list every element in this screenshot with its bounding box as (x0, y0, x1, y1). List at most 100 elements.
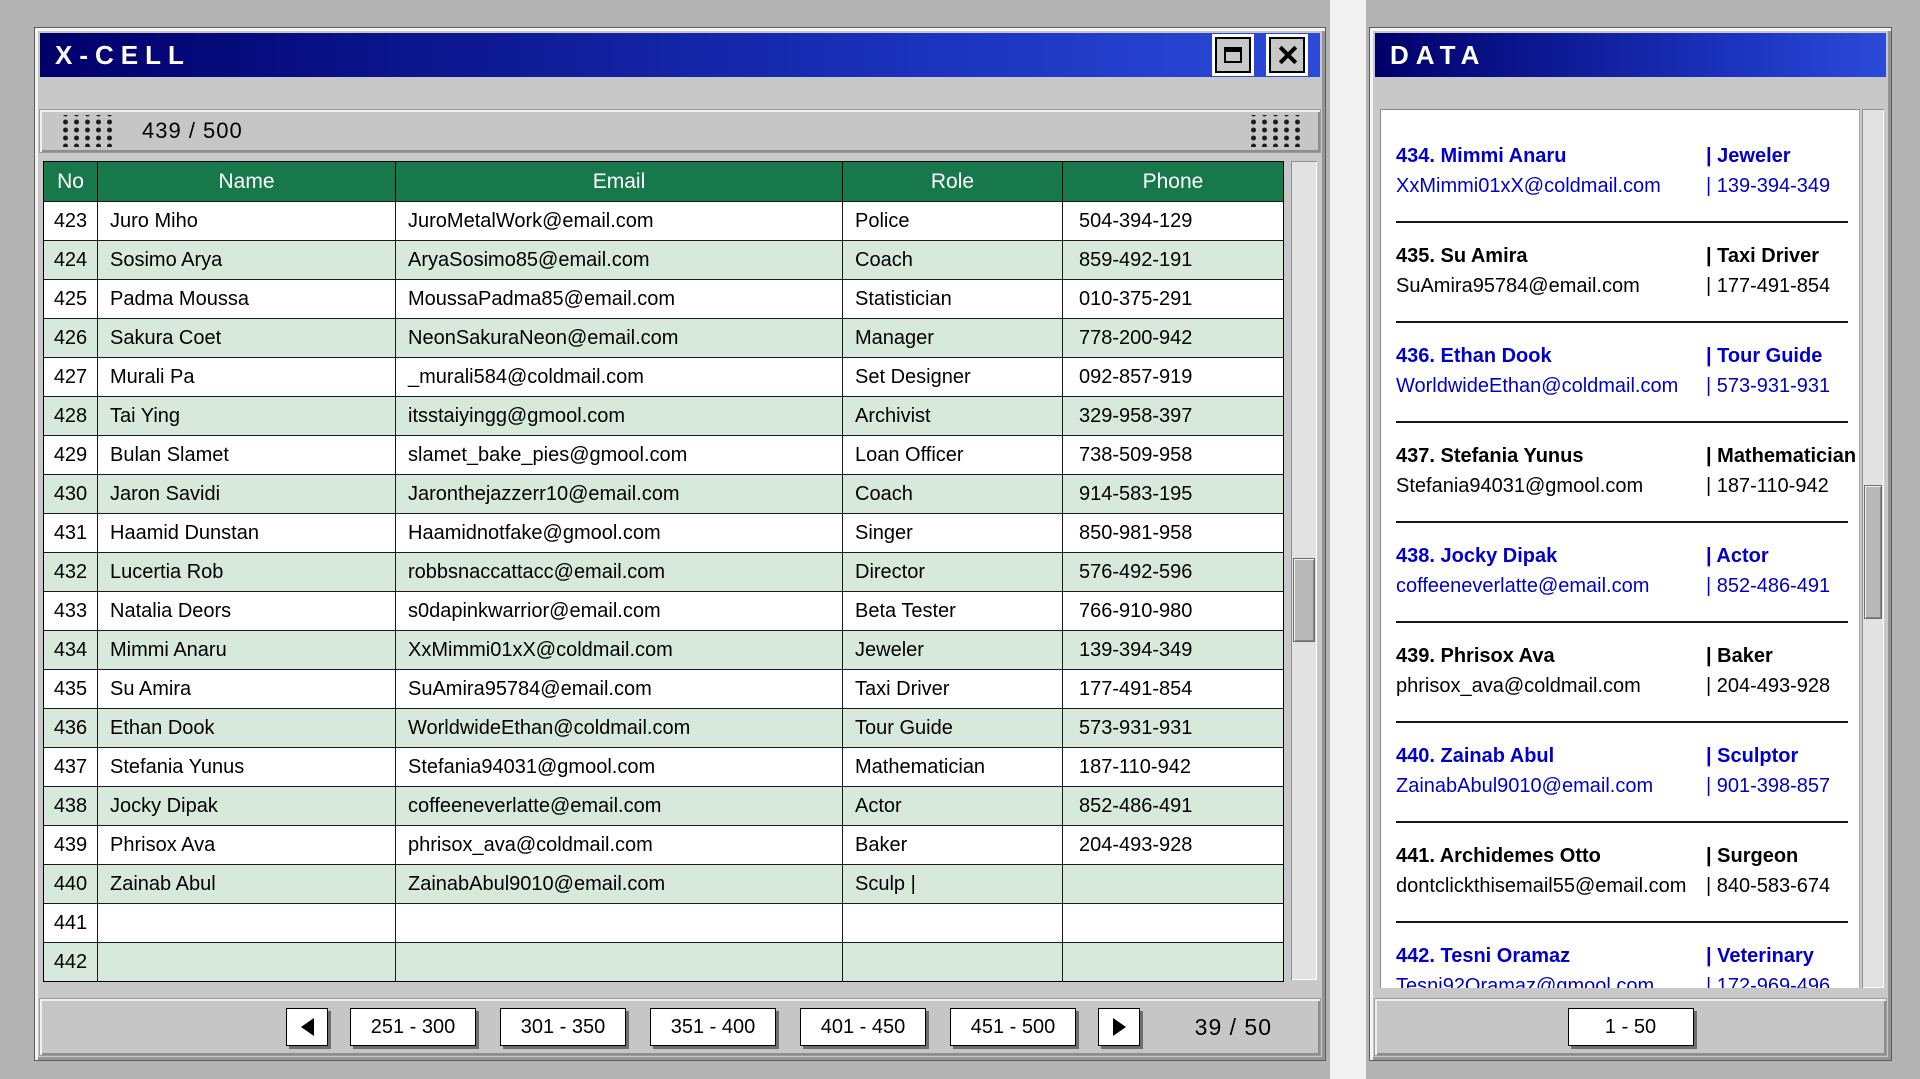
cell-role[interactable] (843, 903, 1063, 942)
cell-role[interactable]: Sculp | (843, 864, 1063, 903)
data-range-button[interactable]: 1 - 50 (1568, 1008, 1694, 1046)
cell-email[interactable]: NeonSakuraNeon@email.com (396, 318, 843, 357)
cell-phone[interactable]: 859-492-191 (1063, 240, 1283, 279)
cell-email[interactable]: SuAmira95784@email.com (396, 669, 843, 708)
table-scrollbar[interactable] (1291, 161, 1317, 980)
cell-no[interactable]: 425 (44, 279, 98, 318)
cell-name[interactable] (98, 942, 396, 981)
page-range-button[interactable]: 351 - 400 (650, 1008, 776, 1046)
cell-name[interactable]: Lucertia Rob (98, 552, 396, 591)
cell-no[interactable]: 423 (44, 201, 98, 240)
cell-role[interactable] (843, 942, 1063, 981)
data-titlebar[interactable]: DATA (1375, 33, 1886, 77)
cell-role[interactable]: Mathematician (843, 747, 1063, 786)
cell-name[interactable]: Sakura Coet (98, 318, 396, 357)
cell-email[interactable]: _murali584@coldmail.com (396, 357, 843, 396)
cell-email[interactable]: ZainabAbul9010@email.com (396, 864, 843, 903)
cell-name[interactable]: Natalia Deors (98, 591, 396, 630)
cell-no[interactable]: 441 (44, 903, 98, 942)
cell-role[interactable]: Beta Tester (843, 591, 1063, 630)
page-range-button[interactable]: 301 - 350 (500, 1008, 626, 1046)
cell-phone[interactable]: 504-394-129 (1063, 201, 1283, 240)
cell-no[interactable]: 435 (44, 669, 98, 708)
cell-phone[interactable]: 573-931-931 (1063, 708, 1283, 747)
cell-role[interactable]: Police (843, 201, 1063, 240)
cell-email[interactable]: XxMimmi01xX@coldmail.com (396, 630, 843, 669)
cell-no[interactable]: 436 (44, 708, 98, 747)
cell-role[interactable]: Director (843, 552, 1063, 591)
cell-name[interactable]: Mimmi Anaru (98, 630, 396, 669)
cell-name[interactable]: Jocky Dipak (98, 786, 396, 825)
cell-email[interactable] (396, 942, 843, 981)
page-range-button[interactable]: 451 - 500 (950, 1008, 1076, 1046)
cell-role[interactable]: Statistician (843, 279, 1063, 318)
cell-no[interactable]: 431 (44, 513, 98, 552)
cell-role[interactable]: Actor (843, 786, 1063, 825)
cell-no[interactable]: 433 (44, 591, 98, 630)
cell-phone[interactable]: 204-493-928 (1063, 825, 1283, 864)
cell-role[interactable]: Tour Guide (843, 708, 1063, 747)
cell-name[interactable]: Sosimo Arya (98, 240, 396, 279)
cell-email[interactable]: Jaronthejazzerr10@email.com (396, 474, 843, 513)
cell-email[interactable]: phrisox_ava@coldmail.com (396, 825, 843, 864)
table-scrollbar-thumb[interactable] (1293, 558, 1315, 642)
cell-role[interactable]: Manager (843, 318, 1063, 357)
cell-no[interactable]: 429 (44, 435, 98, 474)
prev-page-button[interactable] (286, 1008, 328, 1046)
next-page-button[interactable] (1098, 1008, 1140, 1046)
cell-role[interactable]: Set Designer (843, 357, 1063, 396)
cell-phone[interactable] (1063, 903, 1283, 942)
cell-phone[interactable]: 766-910-980 (1063, 591, 1283, 630)
cell-email[interactable]: MoussaPadma85@email.com (396, 279, 843, 318)
cell-phone[interactable]: 852-486-491 (1063, 786, 1283, 825)
cell-no[interactable]: 427 (44, 357, 98, 396)
cell-name[interactable]: Stefania Yunus (98, 747, 396, 786)
cell-name[interactable]: Tai Ying (98, 396, 396, 435)
cell-role[interactable]: Baker (843, 825, 1063, 864)
cell-phone[interactable]: 850-981-958 (1063, 513, 1283, 552)
cell-email[interactable] (396, 903, 843, 942)
cell-phone[interactable]: 778-200-942 (1063, 318, 1283, 357)
page-range-button[interactable]: 401 - 450 (800, 1008, 926, 1046)
cell-phone[interactable]: 187-110-942 (1063, 747, 1283, 786)
cell-phone[interactable]: 576-492-596 (1063, 552, 1283, 591)
cell-phone[interactable]: 139-394-349 (1063, 630, 1283, 669)
cell-name[interactable]: Juro Miho (98, 201, 396, 240)
cell-name[interactable]: Su Amira (98, 669, 396, 708)
cell-no[interactable]: 432 (44, 552, 98, 591)
cell-name[interactable]: Murali Pa (98, 357, 396, 396)
maximize-button[interactable] (1215, 37, 1251, 73)
cell-email[interactable]: WorldwideEthan@coldmail.com (396, 708, 843, 747)
cell-no[interactable]: 439 (44, 825, 98, 864)
cell-role[interactable]: Taxi Driver (843, 669, 1063, 708)
cell-phone[interactable]: 914-583-195 (1063, 474, 1283, 513)
cell-email[interactable]: coffeeneverlatte@email.com (396, 786, 843, 825)
cell-role[interactable]: Coach (843, 240, 1063, 279)
cell-phone[interactable] (1063, 942, 1283, 981)
cell-no[interactable]: 440 (44, 864, 98, 903)
cell-name[interactable]: Ethan Dook (98, 708, 396, 747)
cell-phone[interactable]: 010-375-291 (1063, 279, 1283, 318)
cell-phone[interactable]: 092-857-919 (1063, 357, 1283, 396)
close-button[interactable] (1269, 37, 1305, 73)
cell-role[interactable]: Archivist (843, 396, 1063, 435)
cell-name[interactable]: Haamid Dunstan (98, 513, 396, 552)
page-range-button[interactable]: 251 - 300 (350, 1008, 476, 1046)
cell-email[interactable]: slamet_bake_pies@gmool.com (396, 435, 843, 474)
cell-name[interactable]: Zainab Abul (98, 864, 396, 903)
drag-grid-icon[interactable] (58, 115, 114, 147)
cell-name[interactable] (98, 903, 396, 942)
cell-no[interactable]: 437 (44, 747, 98, 786)
cell-name[interactable]: Phrisox Ava (98, 825, 396, 864)
cell-email[interactable]: JuroMetalWork@email.com (396, 201, 843, 240)
cell-no[interactable]: 424 (44, 240, 98, 279)
cell-no[interactable]: 428 (44, 396, 98, 435)
cell-name[interactable]: Jaron Savidi (98, 474, 396, 513)
cell-role[interactable]: Jeweler (843, 630, 1063, 669)
cell-email[interactable]: Stefania94031@gmool.com (396, 747, 843, 786)
cell-phone[interactable]: 329-958-397 (1063, 396, 1283, 435)
cell-role[interactable]: Singer (843, 513, 1063, 552)
cell-email[interactable]: s0dapinkwarrior@email.com (396, 591, 843, 630)
cell-name[interactable]: Bulan Slamet (98, 435, 396, 474)
cell-no[interactable]: 426 (44, 318, 98, 357)
